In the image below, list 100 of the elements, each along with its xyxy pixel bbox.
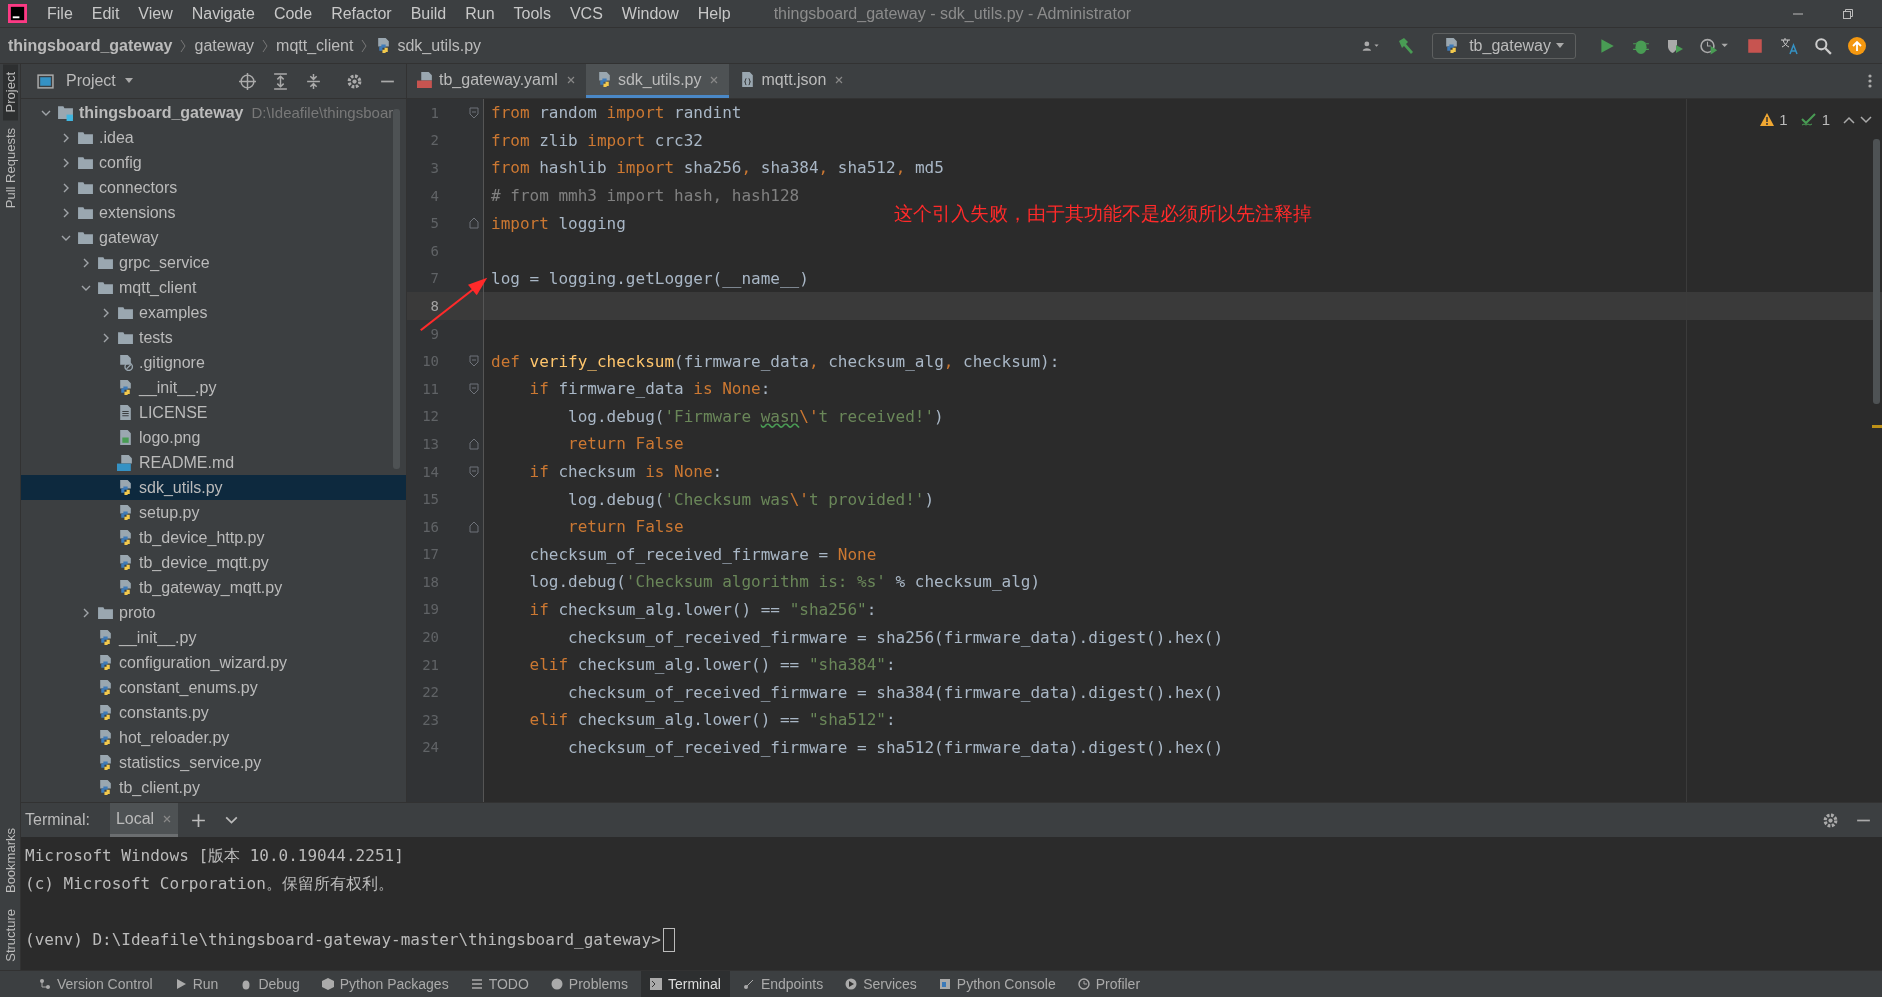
tree-item[interactable]: sdk_utils.py [21, 475, 406, 500]
tree-item[interactable]: logo.png [21, 425, 406, 450]
tool-window-button[interactable]: Python Console [929, 971, 1065, 997]
tool-window-button[interactable]: Services [836, 971, 926, 997]
tree-item[interactable]: config [21, 150, 406, 175]
menu-item[interactable]: Help [697, 4, 731, 23]
warning-count[interactable]: 1 [1779, 111, 1788, 128]
tree-item[interactable]: hot_reloader.py [21, 725, 406, 750]
tree-item[interactable]: tb_client.py [21, 775, 406, 800]
chevron-right-icon[interactable] [81, 607, 91, 618]
tree-item[interactable]: proto [21, 600, 406, 625]
tree-item[interactable]: thingsboard_gateway D:\Ideafile\thingsboar [21, 100, 406, 125]
menu-item[interactable]: Refactor [331, 4, 392, 23]
tool-window-button[interactable]: TODO [461, 971, 538, 997]
tool-window-button[interactable]: Problems [541, 971, 637, 997]
run-configuration-dropdown[interactable]: tb_gateway [1432, 32, 1576, 59]
tree-item[interactable]: statistics_service.py [21, 750, 406, 775]
editor-tab[interactable]: mqtt.json [729, 64, 855, 98]
fold-icon[interactable] [469, 217, 479, 230]
tree-item[interactable]: __init__.py [21, 375, 406, 400]
chevron-right-icon[interactable] [101, 332, 111, 343]
tree-item[interactable]: LICENSE [21, 400, 406, 425]
tree-item[interactable]: tb_gateway_mqtt.py [21, 575, 406, 600]
fold-icon[interactable] [469, 465, 479, 478]
tool-window-button[interactable]: Version Control [30, 971, 162, 997]
tree-item[interactable]: constant_enums.py [21, 675, 406, 700]
menu-item[interactable]: Edit [91, 4, 120, 23]
expand-all-icon[interactable] [272, 72, 289, 90]
tool-window-button[interactable]: Endpoints [733, 971, 833, 997]
scrollbar-thumb[interactable] [1873, 139, 1880, 404]
tree-item[interactable]: extensions [21, 200, 406, 225]
translate-icon[interactable] [1780, 36, 1798, 55]
tree-item[interactable]: mqtt_client [21, 275, 406, 300]
tree-item[interactable]: .gitignore [21, 350, 406, 375]
profile-icon[interactable] [1700, 36, 1730, 55]
stop-icon[interactable] [1746, 36, 1764, 55]
chevron-down-icon[interactable] [1860, 115, 1872, 124]
tree-item[interactable]: tests [21, 325, 406, 350]
tool-window-button[interactable]: Terminal [641, 971, 730, 997]
tree-item[interactable]: __init__.py [21, 625, 406, 650]
crosshair-icon[interactable] [239, 72, 256, 90]
update-icon[interactable] [1848, 36, 1866, 55]
chevron-right-icon[interactable] [81, 257, 91, 268]
menu-item[interactable]: File [47, 4, 73, 23]
tree-item[interactable]: .idea [21, 125, 406, 150]
chevron-right-icon[interactable] [61, 132, 71, 143]
menu-item[interactable]: Code [273, 4, 313, 23]
close-icon[interactable] [565, 74, 576, 85]
run-icon[interactable] [1598, 36, 1616, 55]
chevron-right-icon[interactable] [101, 307, 111, 318]
fold-icon[interactable] [469, 520, 479, 533]
tree-item[interactable]: tb_device_mqtt.py [21, 550, 406, 575]
tree-item[interactable]: tb_device_http.py [21, 525, 406, 550]
fold-icon[interactable] [469, 106, 479, 119]
tree-item[interactable]: examples [21, 300, 406, 325]
plus-icon[interactable] [190, 811, 208, 829]
breadcrumb[interactable]: mqtt_client [276, 36, 354, 55]
breadcrumb[interactable]: gateway [194, 36, 255, 55]
close-icon[interactable] [834, 74, 845, 85]
fold-icon[interactable] [469, 437, 479, 450]
hammer-icon[interactable] [1396, 36, 1415, 55]
menu-item[interactable]: Navigate [191, 4, 255, 23]
editor-tab[interactable]: tb_gateway.yaml [407, 64, 586, 98]
tree-item[interactable]: configuration_wizard.py [21, 650, 406, 675]
caret-icon[interactable] [123, 77, 134, 85]
typo-count[interactable]: 1 [1821, 111, 1830, 128]
menu-item[interactable]: Tools [513, 4, 551, 23]
menu-item[interactable]: View [138, 4, 173, 23]
menu-item[interactable]: Build [410, 4, 447, 23]
more-icon[interactable] [1868, 73, 1872, 89]
chevron-right-icon[interactable] [61, 182, 71, 193]
fold-icon[interactable] [469, 382, 479, 395]
collapse-all-icon[interactable] [305, 72, 322, 90]
tool-window-button[interactable]: Run [165, 971, 228, 997]
tool-window-button[interactable]: Debug [231, 971, 309, 997]
tool-window-button[interactable]: Profiler [1068, 971, 1150, 997]
tree-item[interactable]: constants.py [21, 700, 406, 725]
menu-item[interactable]: Window [621, 4, 679, 23]
tool-window-button[interactable]: Bookmarks [2, 820, 18, 902]
restore-icon[interactable] [1842, 7, 1854, 20]
typo-check-icon[interactable] [1800, 113, 1817, 126]
settings-icon[interactable] [346, 72, 363, 90]
tree-item[interactable]: setup.py [21, 500, 406, 525]
breadcrumb[interactable]: thingsboard_gateway [8, 36, 173, 55]
menu-item[interactable]: VCS [569, 4, 603, 23]
tool-window-button[interactable]: Structure [2, 901, 18, 970]
chevron-right-icon[interactable] [61, 157, 71, 168]
tree-item[interactable]: connectors [21, 175, 406, 200]
fold-icon[interactable] [469, 355, 479, 368]
terminal-tab[interactable]: Local [109, 803, 179, 837]
panel-title[interactable]: Project [66, 72, 116, 90]
chevron-up-icon[interactable] [1843, 115, 1855, 124]
search-icon[interactable] [1814, 36, 1832, 55]
editor-tab[interactable]: sdk_utils.py [585, 64, 730, 98]
warning-icon[interactable] [1760, 113, 1775, 126]
tool-window-button[interactable]: Python Packages [312, 971, 458, 997]
tool-window-button[interactable]: Project [2, 64, 18, 121]
tree-item[interactable]: gateway [21, 225, 406, 250]
tree-item[interactable]: README.md [21, 450, 406, 475]
tree-item[interactable]: grpc_service [21, 250, 406, 275]
